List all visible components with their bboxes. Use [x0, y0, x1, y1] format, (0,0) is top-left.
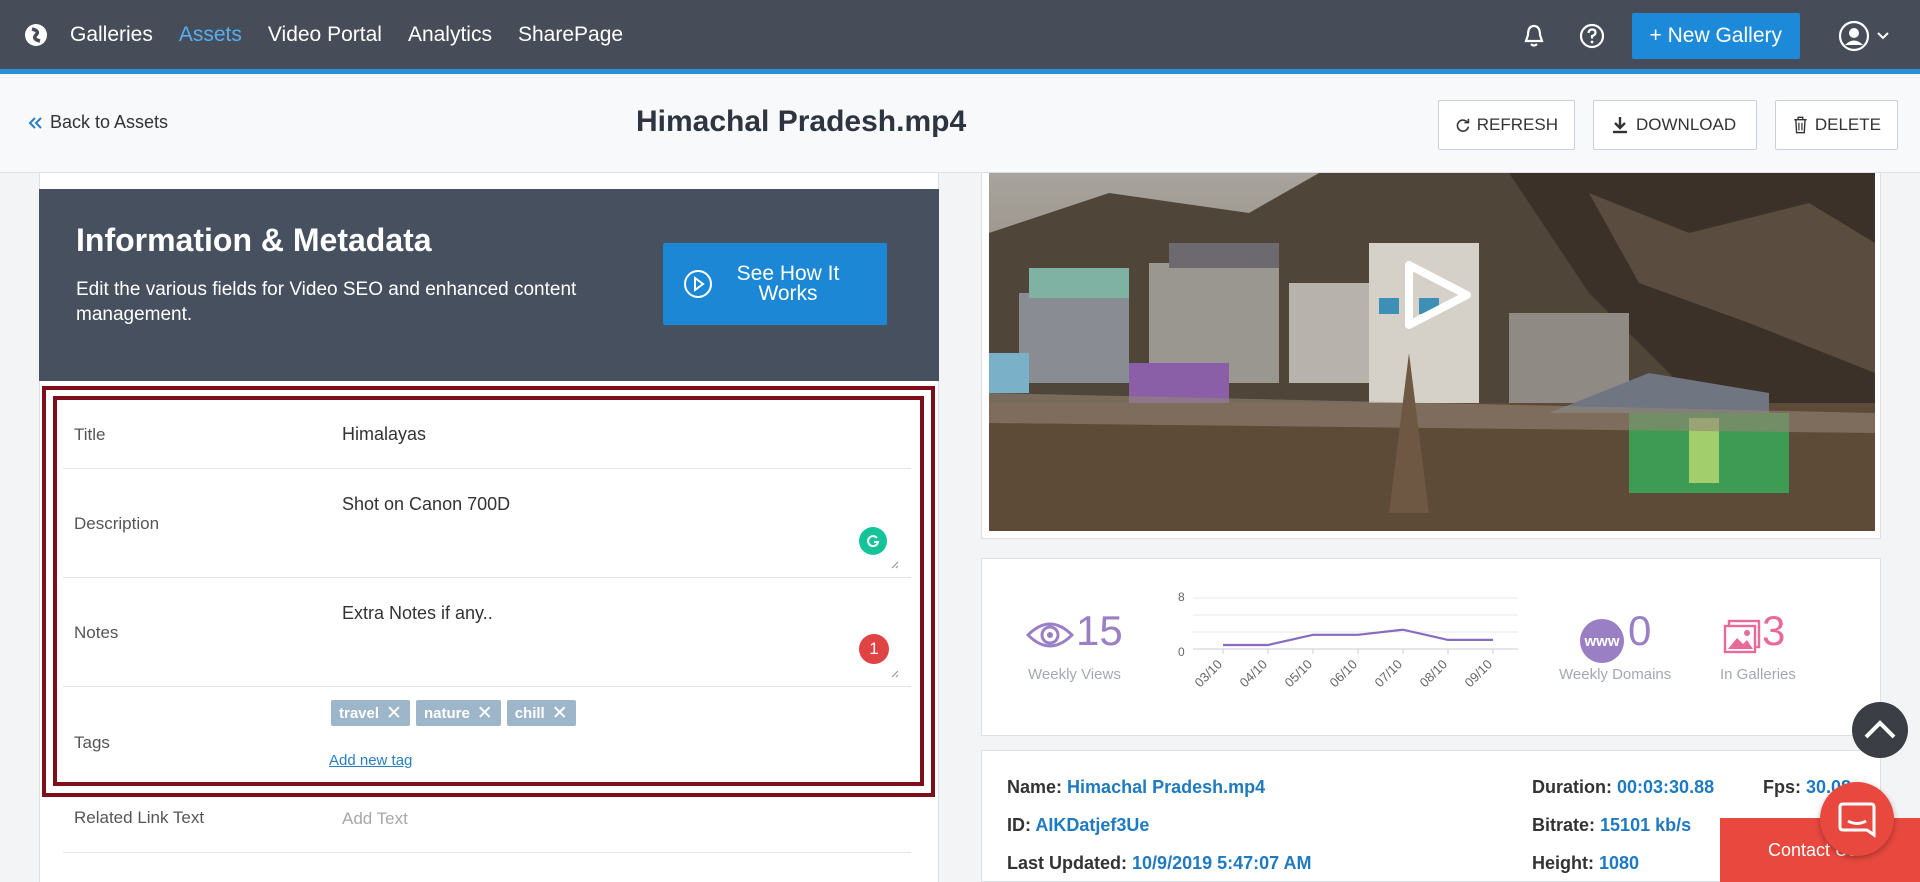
views-line-chart: 8 0 03/10 04/10 05/10 06/10 07/10 08/10 09/10	[1178, 590, 1518, 691]
top-nav: Galleries Assets Video Portal Analytics …	[0, 0, 1920, 74]
www-icon-text: www	[1584, 632, 1620, 650]
detail-height: Height: 1080	[1532, 853, 1640, 873]
help-icon[interactable]	[1574, 18, 1610, 54]
info-title: Information & Metadata	[76, 222, 432, 258]
www-icon: www	[1580, 619, 1624, 663]
nav-menu: Galleries Assets Video Portal Analytics …	[70, 23, 649, 47]
chart-x-label: 08/10	[1417, 657, 1451, 691]
related-link-row: Related Link Text Add Text	[63, 797, 911, 853]
stats-card: 15 Weekly Views 8 0 03/10 04/10 05/10 06/10 0…	[981, 558, 1881, 736]
see-how-it-works-button[interactable]: See How It Works	[663, 243, 887, 325]
eye-icon	[1026, 622, 1074, 648]
chart-x-label: 09/10	[1462, 657, 1496, 691]
weekly-views-count: 15	[1076, 607, 1123, 654]
chart-y-tick: 8	[1178, 590, 1185, 604]
logo-icon[interactable]	[22, 21, 50, 49]
download-button[interactable]: DOWNLOAD	[1593, 100, 1757, 150]
panel-top-edge	[39, 173, 939, 189]
chevron-up-icon	[1864, 720, 1896, 739]
info-description: Edit the various fields for Video SEO an…	[76, 279, 577, 325]
chat-icon	[1838, 802, 1876, 838]
detail-last-updated: Last Updated: 10/9/2019 5:47:07 AM	[1007, 853, 1312, 873]
asset-header: Back to Assets Himachal Pradesh.mp4 REFR…	[0, 79, 1920, 173]
chart-x-label: 04/10	[1237, 657, 1271, 691]
chart-x-label: 03/10	[1192, 657, 1226, 691]
see-how-label: See How It Works	[736, 262, 840, 305]
weekly-domains-count: 0	[1628, 607, 1652, 654]
nav-sharepage[interactable]: SharePage	[518, 23, 623, 47]
detail-duration: Duration: 00:03:30.88	[1532, 777, 1715, 797]
related-link-input[interactable]: Add Text	[342, 809, 408, 829]
highlight-frame-inner	[53, 396, 924, 786]
video-player[interactable]	[989, 173, 1875, 531]
gallery-images-icon	[1723, 619, 1761, 654]
detail-name: Name: Himachal Pradesh.mp4	[1007, 777, 1266, 797]
double-chevron-left-icon	[28, 116, 42, 129]
scroll-to-top-button[interactable]	[1852, 702, 1908, 758]
nav-video-portal[interactable]: Video Portal	[268, 23, 382, 47]
download-label: DOWNLOAD	[1636, 115, 1737, 134]
detail-bitrate: Bitrate: 15101 kb/s	[1532, 815, 1692, 835]
delete-label: DELETE	[1814, 115, 1881, 134]
refresh-icon	[1456, 118, 1470, 132]
trash-icon	[1794, 116, 1807, 134]
in-galleries-count: 3	[1762, 607, 1786, 654]
video-card	[981, 173, 1881, 539]
avatar-icon	[1838, 20, 1870, 52]
video-thumbnail	[989, 173, 1875, 531]
chart-y-tick: 0	[1178, 645, 1185, 659]
in-galleries-label: In Galleries	[1720, 666, 1796, 683]
refresh-label: REFRESH	[1476, 115, 1558, 134]
page-title: Himachal Pradesh.mp4	[636, 105, 967, 138]
nav-galleries[interactable]: Galleries	[70, 23, 153, 47]
weekly-views-label: Weekly Views	[1028, 666, 1121, 683]
chart-x-label: 06/10	[1327, 657, 1361, 691]
chart-x-label: 05/10	[1282, 657, 1316, 691]
back-label: Back to Assets	[50, 112, 169, 132]
play-circle-icon	[684, 270, 712, 298]
weekly-domains-label: Weekly Domains	[1559, 666, 1672, 683]
nav-assets[interactable]: Assets	[179, 23, 242, 47]
info-banner: Information & Metadata Edit the various …	[39, 189, 939, 381]
chart-x-label: 07/10	[1372, 657, 1406, 691]
detail-id: ID: AIKDatjef3Ue	[1007, 815, 1150, 835]
download-icon	[1613, 117, 1627, 134]
chat-launcher-button[interactable]	[1820, 782, 1894, 856]
nav-analytics[interactable]: Analytics	[408, 23, 492, 47]
user-menu[interactable]	[1838, 20, 1890, 52]
back-to-assets-link[interactable]: Back to Assets	[28, 112, 168, 133]
related-link-label: Related Link Text	[74, 808, 205, 827]
chevron-down-icon	[1877, 32, 1889, 40]
delete-button[interactable]: DELETE	[1775, 100, 1898, 150]
new-gallery-button[interactable]: + New Gallery	[1631, 13, 1800, 59]
notifications-icon[interactable]	[1516, 18, 1552, 54]
refresh-button[interactable]: REFRESH	[1438, 100, 1575, 150]
